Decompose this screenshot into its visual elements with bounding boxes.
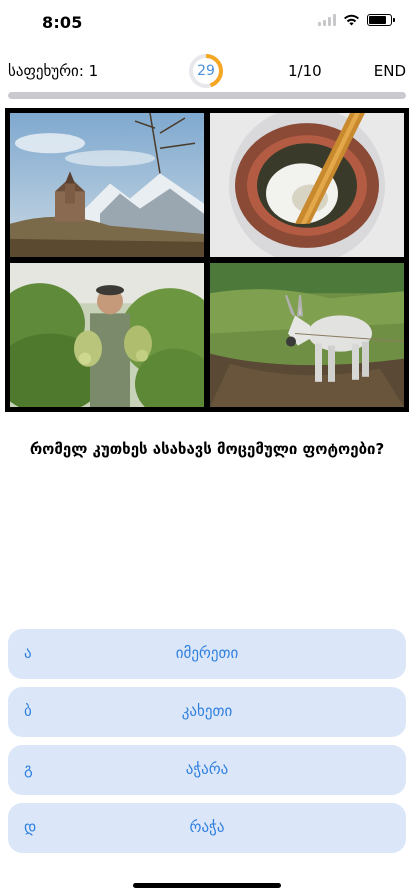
answer-option-a[interactable]: ა იმერეთი (8, 629, 406, 679)
answer-text: იმერეთი (175, 644, 239, 662)
question-counter: 1/10 (288, 62, 322, 80)
photo-grid (5, 108, 409, 412)
answer-list: ა იმერეთი ბ კახეთი გ აჭარა დ რაჭა (8, 629, 406, 861)
castle-landscape-photo (10, 113, 204, 257)
answer-text: რაჭა (189, 818, 225, 836)
end-button[interactable]: END (374, 62, 406, 80)
answer-text: კახეთი (181, 702, 233, 720)
question-text: რომელ კუთხეს ასახავს მოცემული ფოტოები? (29, 440, 385, 458)
game-header: საფეხური: 1 29 1/10 END (0, 52, 414, 92)
home-indicator[interactable] (133, 883, 281, 888)
donkey-photo (210, 263, 404, 407)
level-label: საფეხური: 1 (8, 62, 99, 80)
battery-icon (367, 14, 395, 26)
wifi-icon (344, 14, 359, 26)
cellular-signal-icon (318, 14, 336, 26)
battery-fill (369, 16, 386, 24)
status-bar: 8:05 (0, 0, 414, 44)
status-icons (318, 14, 395, 26)
answer-option-d[interactable]: დ რაჭა (8, 803, 406, 853)
progress-bar (8, 92, 406, 99)
progress-fill (8, 92, 406, 99)
answer-option-c[interactable]: გ აჭარა (8, 745, 406, 795)
answer-option-b[interactable]: ბ კახეთი (8, 687, 406, 737)
countdown-timer: 29 (188, 53, 224, 89)
answer-text: აჭარა (185, 760, 229, 778)
farmer-vineyard-photo (10, 263, 204, 407)
timer-value: 29 (197, 63, 215, 79)
wine-vessel-photo (210, 113, 404, 257)
status-time: 8:05 (42, 13, 83, 32)
